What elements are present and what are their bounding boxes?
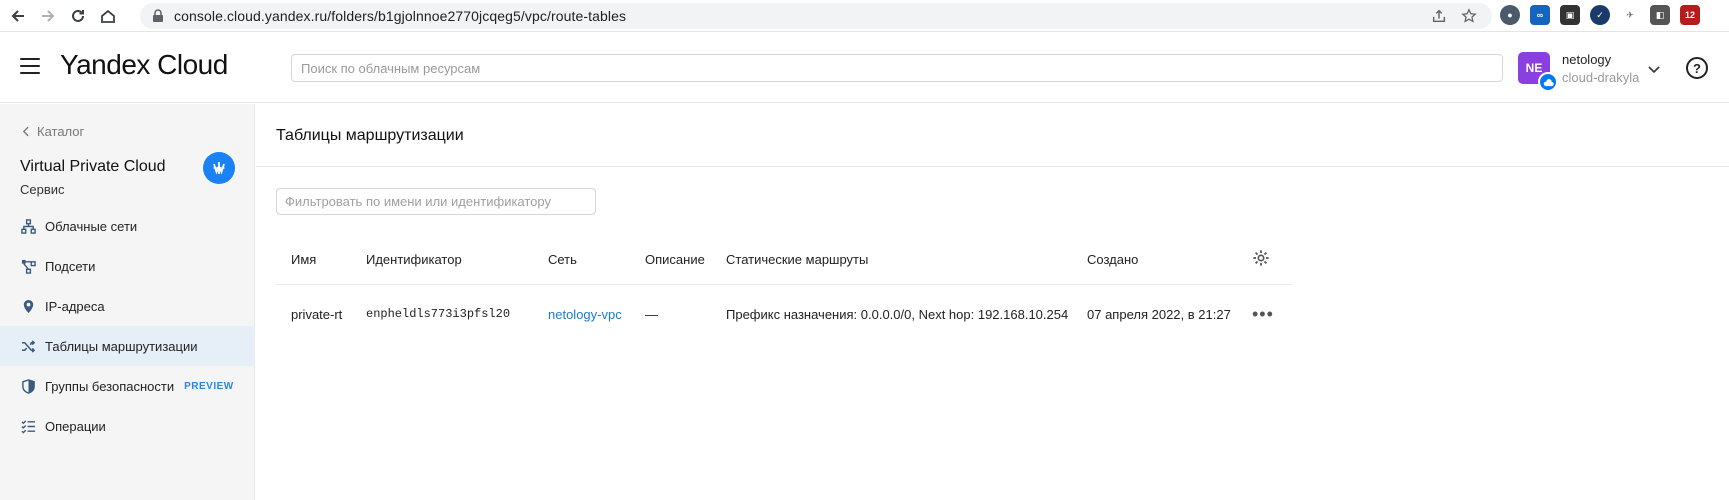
network-icon (20, 218, 36, 234)
column-header-name[interactable]: Имя (276, 236, 351, 285)
table-row[interactable]: private-rt enpheldls773i3pfsl20 netology… (276, 284, 1292, 344)
cell-name: private-rt (291, 306, 343, 322)
extension-icon[interactable]: ◧ (1650, 5, 1670, 25)
vpc-service-icon (203, 152, 235, 184)
browser-toolbar: console.cloud.yandex.ru/folders/b1gjolnn… (0, 0, 1729, 32)
cell-id: enpheldls773i3pfsl20 (366, 307, 511, 322)
column-header-static-routes[interactable]: Статические маршруты (711, 236, 1072, 285)
brand-logo[interactable]: Yandex Cloud (60, 49, 228, 81)
extensions-bar: ● ∞ ▣ ✓ ✈ ◧ 12 (1500, 5, 1700, 25)
chevron-down-icon[interactable] (1647, 62, 1661, 76)
share-icon[interactable] (1430, 7, 1448, 25)
extension-icon[interactable]: ▣ (1560, 5, 1580, 25)
subnet-icon (20, 258, 36, 274)
cloud-name[interactable]: cloud-drakyla (1562, 70, 1639, 85)
sidebar-item-operations[interactable]: Операции (0, 406, 255, 446)
page-title: Таблицы маршрутизации (276, 127, 464, 144)
column-header-created[interactable]: Создано (1072, 236, 1237, 285)
back-arrow-icon[interactable] (6, 4, 30, 28)
column-header-id[interactable]: Идентификатор (351, 236, 533, 285)
sidebar-item-label: IP-адреса (45, 298, 105, 314)
extension-icon[interactable]: ● (1500, 5, 1520, 25)
back-to-catalog-link[interactable]: Каталог (22, 124, 84, 139)
lock-icon (153, 9, 163, 22)
sidebar-item-networks[interactable]: Облачные сети (0, 206, 255, 246)
service-subtitle: Сервис (20, 182, 65, 197)
sidebar-item-label: Группы безопасности (45, 378, 175, 394)
url-text: console.cloud.yandex.ru/folders/b1gjolnn… (174, 8, 627, 24)
column-header-network[interactable]: Сеть (533, 236, 630, 285)
sidebar-item-label: Подсети (45, 258, 96, 274)
extension-icon[interactable]: ✈ (1620, 5, 1640, 25)
bookmark-star-icon[interactable] (1460, 7, 1478, 25)
filter-input[interactable] (276, 188, 596, 215)
cell-created: 07 апреля 2022, в 21:27 (1087, 306, 1231, 322)
divider (256, 166, 1729, 167)
sidebar-item-label: Таблицы маршрутизации (45, 338, 198, 354)
extension-icon[interactable]: ∞ (1530, 5, 1550, 25)
gear-icon[interactable] (1252, 249, 1270, 267)
help-icon[interactable]: ? (1686, 57, 1708, 79)
sidebar: Каталог Virtual Private Cloud Сервис Обл… (0, 104, 255, 500)
menu-burger-icon[interactable] (20, 58, 40, 74)
back-label: Каталог (37, 124, 85, 139)
sidebar-item-label: Облачные сети (45, 218, 138, 234)
reload-icon[interactable] (66, 4, 90, 28)
location-pin-icon (20, 298, 36, 314)
sidebar-item-route-tables[interactable]: Таблицы маршрутизации (0, 326, 255, 366)
extension-badge-icon[interactable]: 12 (1680, 5, 1700, 25)
sidebar-menu: Облачные сети Подсети IP-адреса Таблицы … (0, 206, 255, 446)
search-input[interactable] (291, 54, 1503, 82)
service-title: Virtual Private Cloud (20, 158, 166, 175)
chevron-left-icon (22, 126, 29, 137)
column-settings[interactable] (1237, 236, 1292, 285)
cell-static-routes: Префикс назначения: 0.0.0.0/0, Next hop:… (726, 306, 1069, 322)
sidebar-item-label: Операции (45, 418, 106, 434)
sidebar-item-security-groups[interactable]: Группы безопасности PREVIEW (0, 366, 255, 406)
shield-icon (20, 378, 36, 394)
address-bar[interactable]: console.cloud.yandex.ru/folders/b1gjolnn… (140, 3, 1492, 29)
app-header: Yandex Cloud NE netology cloud-drakyla ? (0, 32, 1729, 103)
home-icon[interactable] (96, 4, 120, 28)
forward-arrow-icon[interactable] (36, 4, 60, 28)
cloud-icon (1538, 72, 1558, 92)
account-name[interactable]: netology (1562, 52, 1611, 67)
network-link[interactable]: netology-vpc (533, 284, 630, 344)
sidebar-item-subnets[interactable]: Подсети (0, 246, 255, 286)
checklist-icon (20, 418, 36, 434)
shuffle-icon (20, 338, 36, 354)
main-content: Таблицы маршрутизации Имя Идентификатор … (256, 104, 1729, 500)
column-header-description[interactable]: Описание (630, 236, 711, 285)
preview-badge: PREVIEW (184, 380, 234, 392)
table-header-row: Имя Идентификатор Сеть Описание Статичес… (276, 236, 1292, 285)
cell-description: — (645, 306, 658, 322)
sidebar-item-ip-addresses[interactable]: IP-адреса (0, 286, 255, 326)
extension-icon[interactable]: ✓ (1590, 5, 1610, 25)
row-actions-button[interactable]: ••• (1237, 284, 1292, 344)
route-tables-table: Имя Идентификатор Сеть Описание Статичес… (276, 236, 1292, 344)
